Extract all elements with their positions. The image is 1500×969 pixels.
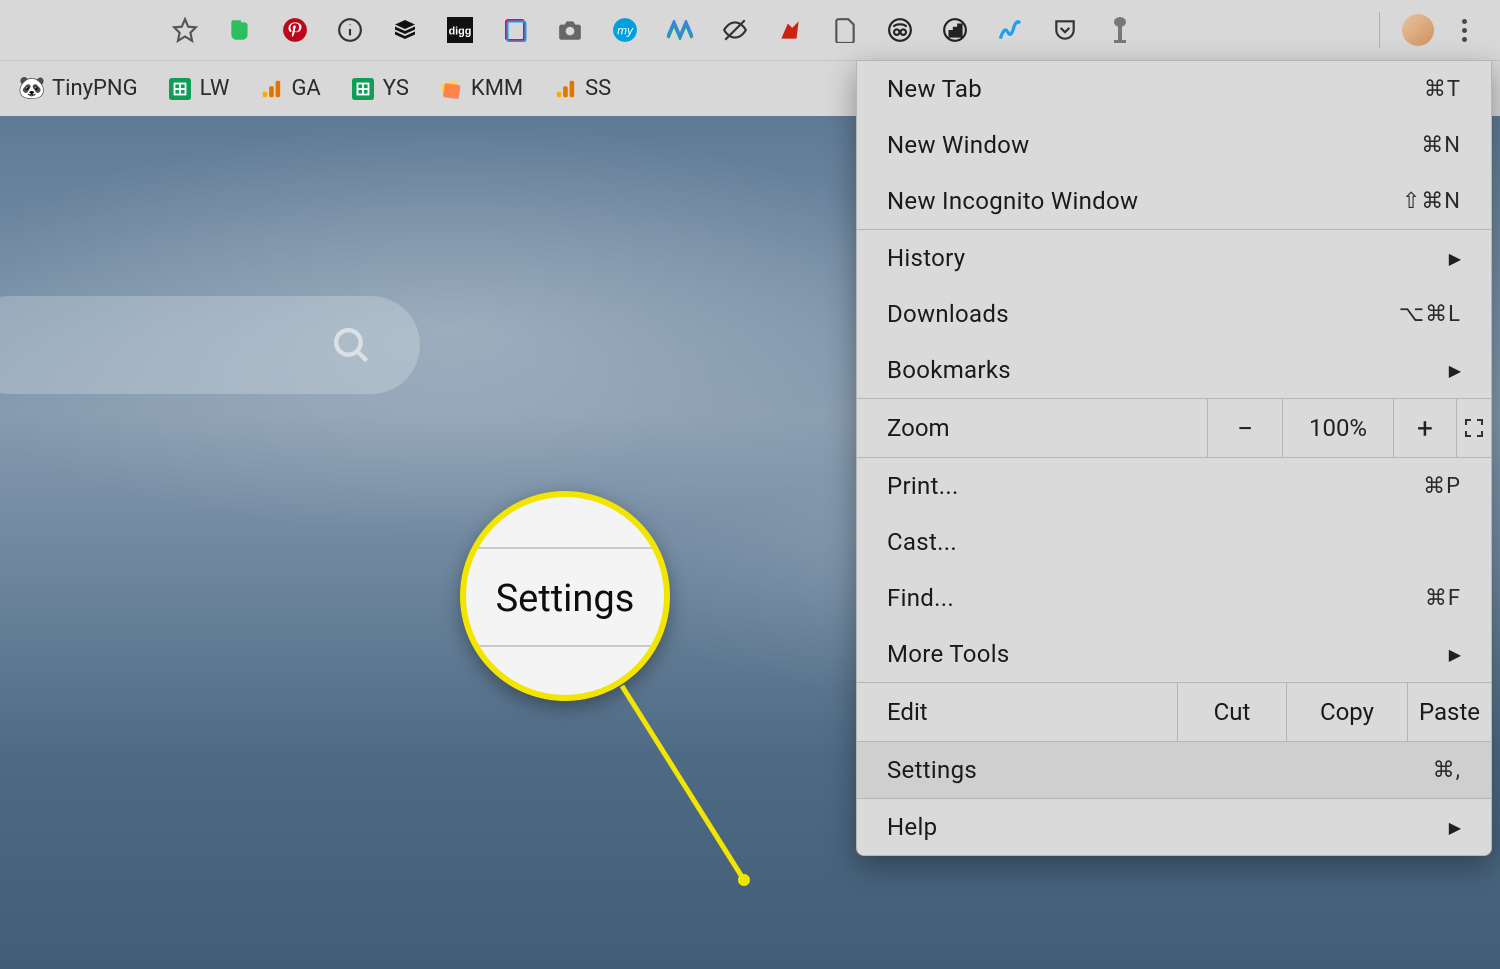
myapp-icon[interactable]: my	[610, 15, 640, 45]
menu-help[interactable]: Help ▶	[857, 799, 1491, 855]
menu-zoom-row: Zoom − 100% +	[857, 398, 1491, 458]
incognito-ext-icon[interactable]	[885, 15, 915, 45]
menu-edit-row: Edit Cut Copy Paste	[857, 682, 1491, 742]
bookmark-ss[interactable]: SS	[543, 72, 621, 105]
menu-more-tools[interactable]: More Tools ▶	[857, 626, 1491, 682]
bookmark-ys[interactable]: YS	[341, 72, 419, 105]
podcast-icon[interactable]	[1105, 15, 1135, 45]
fullscreen-button[interactable]	[1456, 399, 1491, 457]
bookmark-label: GA	[291, 76, 320, 101]
ga-icon	[553, 77, 577, 101]
pocket-icon[interactable]	[1050, 15, 1080, 45]
settings-callout: Settings	[460, 491, 670, 701]
chrome-menu: New Tab ⌘T New Window ⌘N New Incognito W…	[856, 60, 1492, 856]
profile-avatar[interactable]	[1402, 14, 1434, 46]
bookmark-label: SS	[585, 76, 611, 101]
bookmark-label: LW	[200, 76, 230, 101]
bookmark-kmm[interactable]: KMM	[429, 72, 533, 105]
toolbar-separator	[1379, 12, 1380, 48]
privacy-icon[interactable]	[720, 15, 750, 45]
svg-text:digg: digg	[449, 25, 472, 37]
star-icon[interactable]	[170, 15, 200, 45]
submenu-arrow-icon: ▶	[1449, 645, 1461, 664]
svg-text:my: my	[617, 23, 634, 37]
sheets-icon	[351, 77, 375, 101]
submenu-arrow-icon: ▶	[1449, 361, 1461, 380]
document-icon[interactable]	[830, 15, 860, 45]
bookmark-tinypng[interactable]: 🐼 TinyPNG	[10, 72, 148, 105]
edit-paste-button[interactable]: Paste	[1407, 683, 1491, 741]
kmm-icon	[439, 77, 463, 101]
bookmark-label: TinyPNG	[52, 76, 138, 101]
extension-icons-row: digg my	[170, 15, 1135, 45]
camera-icon[interactable]	[555, 15, 585, 45]
menu-new-incognito[interactable]: New Incognito Window ⇧⌘N	[857, 173, 1491, 229]
edit-cut-button[interactable]: Cut	[1177, 683, 1286, 741]
menu-downloads[interactable]: Downloads ⌥⌘L	[857, 286, 1491, 342]
zoom-label: Zoom	[887, 414, 950, 442]
analytics-icon[interactable]	[940, 15, 970, 45]
callout-label: Settings	[496, 577, 635, 621]
menu-new-window[interactable]: New Window ⌘N	[857, 117, 1491, 173]
menu-bookmarks[interactable]: Bookmarks ▶	[857, 342, 1491, 398]
extensions-toolbar: digg my	[0, 0, 1500, 60]
menu-cast[interactable]: Cast...	[857, 514, 1491, 570]
menu-history[interactable]: History ▶	[857, 230, 1491, 286]
menu-new-tab[interactable]: New Tab ⌘T	[857, 61, 1491, 117]
menu-settings[interactable]: Settings ⌘,	[857, 742, 1491, 798]
color-note-icon[interactable]	[500, 15, 530, 45]
buffer-icon[interactable]	[390, 15, 420, 45]
moz-icon[interactable]	[665, 15, 695, 45]
zoom-in-button[interactable]: +	[1393, 399, 1456, 457]
digg-icon[interactable]: digg	[445, 15, 475, 45]
info-icon[interactable]	[335, 15, 365, 45]
search-box[interactable]	[0, 296, 420, 394]
chrome-menu-button[interactable]	[1448, 14, 1480, 46]
sheets-icon	[168, 77, 192, 101]
bookmark-lw[interactable]: LW	[158, 72, 240, 105]
zoom-out-button[interactable]: −	[1207, 399, 1282, 457]
submenu-arrow-icon: ▶	[1449, 818, 1461, 837]
edit-copy-button[interactable]: Copy	[1286, 683, 1407, 741]
ga-icon	[259, 77, 283, 101]
menu-find[interactable]: Find... ⌘F	[857, 570, 1491, 626]
cardinal-icon[interactable]	[775, 15, 805, 45]
zoom-value: 100%	[1282, 399, 1393, 457]
search-icon	[330, 324, 372, 366]
evernote-icon[interactable]	[225, 15, 255, 45]
submenu-arrow-icon: ▶	[1449, 249, 1461, 268]
wave-icon[interactable]	[995, 15, 1025, 45]
bookmark-label: YS	[383, 76, 409, 101]
pinterest-icon[interactable]	[280, 15, 310, 45]
bookmark-ga[interactable]: GA	[249, 72, 330, 105]
bookmark-label: KMM	[471, 76, 523, 101]
tinypng-icon: 🐼	[20, 77, 44, 101]
menu-print[interactable]: Print... ⌘P	[857, 458, 1491, 514]
edit-label: Edit	[887, 698, 928, 726]
